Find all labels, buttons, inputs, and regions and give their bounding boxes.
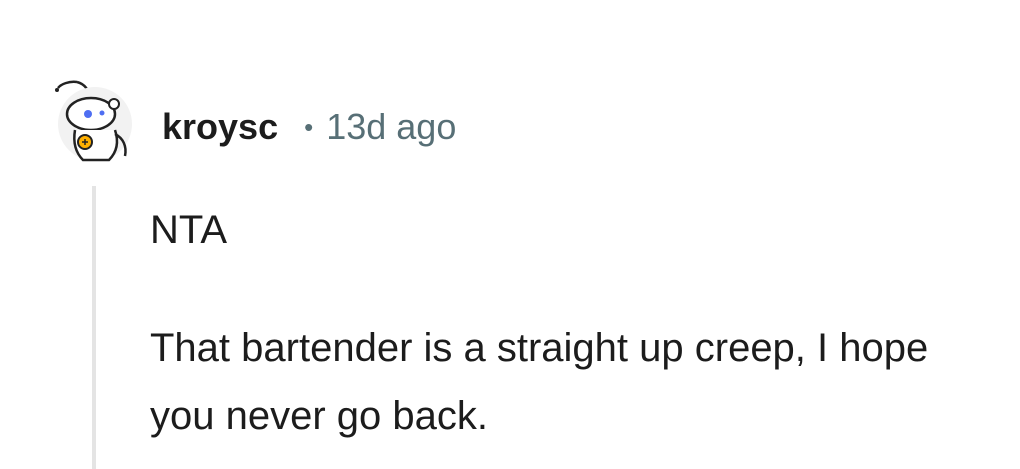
snoo-avatar-icon [55,80,132,162]
comment-body: NTA That bartender is a straight up cree… [150,196,980,450]
comment: kroysc • 13d ago NTA That bartender is a… [0,0,1020,469]
avatar[interactable] [55,80,135,162]
username[interactable]: kroysc [162,106,278,148]
thread-line[interactable] [92,186,96,469]
separator-dot: • [304,111,314,142]
comment-header: kroysc • 13d ago [162,104,456,150]
comment-paragraph: That bartender is a straight up creep, I… [150,326,929,438]
comment-paragraph: NTA [150,208,228,252]
timestamp[interactable]: 13d ago [326,106,456,148]
